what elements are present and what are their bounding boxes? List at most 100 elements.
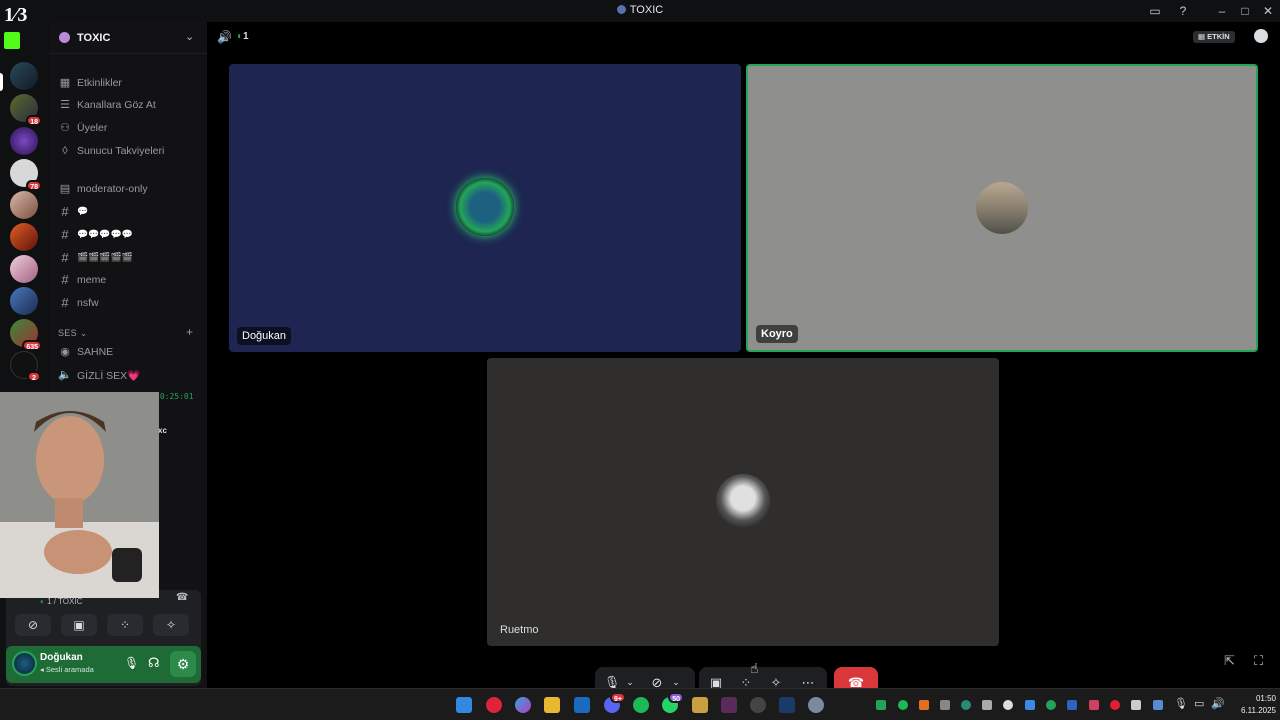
close-button[interactable]: ✕ bbox=[1260, 3, 1276, 19]
tray-icon[interactable] bbox=[898, 700, 908, 710]
channel-meme[interactable]: # meme bbox=[58, 270, 203, 290]
tray-icon[interactable] bbox=[876, 700, 886, 710]
whatsapp-icon[interactable]: 50 bbox=[662, 692, 684, 713]
screen-share-button[interactable]: ▣ bbox=[61, 614, 97, 636]
network-icon[interactable]: ▭ bbox=[1194, 697, 1204, 710]
notification-badge: 9+ bbox=[610, 692, 626, 703]
microphone-icon[interactable]: 🎙 bbox=[124, 656, 139, 670]
webcam-overlay bbox=[0, 392, 159, 598]
hash-icon: # bbox=[61, 250, 69, 265]
add-channel-icon[interactable]: + bbox=[186, 325, 193, 339]
server-icon[interactable] bbox=[10, 62, 38, 90]
chevron-down-icon[interactable]: ⌄ bbox=[185, 30, 194, 43]
opera-icon[interactable] bbox=[486, 697, 502, 713]
start-windows-icon[interactable] bbox=[456, 697, 472, 713]
inbox-icon[interactable]: ▭ bbox=[1147, 3, 1163, 19]
window-title-text: TOXIC bbox=[629, 4, 664, 16]
participant-tile[interactable]: Ruetmo bbox=[487, 358, 999, 646]
mouse-cursor-icon: ☝ bbox=[750, 660, 759, 676]
tray-icon[interactable] bbox=[1110, 700, 1120, 710]
server-header[interactable]: TOXIC ⌄ bbox=[50, 22, 207, 54]
help-icon[interactable]: ? bbox=[1175, 3, 1191, 19]
clock-time[interactable]: 01:50 bbox=[1240, 694, 1276, 703]
server-icon[interactable]: 635 bbox=[10, 319, 42, 351]
avatar bbox=[716, 474, 770, 528]
channel-item[interactable]: # 💬 bbox=[58, 202, 203, 222]
disconnect-icon[interactable]: ☎ bbox=[176, 592, 188, 603]
connection-icon: ◐ bbox=[40, 597, 45, 606]
app-icon[interactable] bbox=[721, 697, 737, 713]
nav-label: Kanallara Göz At bbox=[77, 99, 156, 111]
server-icon[interactable] bbox=[10, 127, 38, 155]
tray-icon[interactable] bbox=[982, 700, 992, 710]
settings-icon[interactable] bbox=[808, 697, 824, 713]
nav-label: Üyeler bbox=[77, 122, 108, 134]
nav-server-boosts[interactable]: ◊ Sunucu Takviyeleri bbox=[58, 141, 203, 161]
camera-off-button[interactable]: ⊘ bbox=[15, 614, 51, 636]
chevron-down-icon: ⌄ bbox=[79, 328, 88, 338]
channel-nsfw[interactable]: # nsfw bbox=[58, 293, 203, 313]
maximize-button[interactable]: □ bbox=[1237, 3, 1253, 19]
channel-item[interactable]: # 💬💬💬💬💬 bbox=[58, 225, 203, 245]
chat-icon[interactable] bbox=[1254, 29, 1268, 43]
participant-tile[interactable]: Koyro bbox=[746, 64, 1258, 352]
spotify-icon[interactable] bbox=[633, 697, 649, 713]
fullscreen-icon[interactable]: ⛶ bbox=[1254, 653, 1263, 669]
windows-taskbar: 9+ 50 🎙 ▭ 🔊 01:50 6.11.2025 bbox=[0, 688, 1280, 720]
tray-icon[interactable] bbox=[961, 700, 971, 710]
channel-item[interactable]: # 🎬🎬🎬🎬🎬 bbox=[58, 248, 203, 268]
server-icon[interactable] bbox=[10, 223, 38, 251]
app-icon[interactable] bbox=[750, 697, 766, 713]
activities-button[interactable]: ⁘ bbox=[107, 614, 143, 636]
headset-icon[interactable]: ☊ bbox=[148, 655, 160, 671]
avatar bbox=[976, 182, 1028, 234]
voice-status: ◐ 1 / TOXIC bbox=[40, 597, 82, 606]
app-icon[interactable] bbox=[692, 697, 708, 713]
tray-icon[interactable] bbox=[1067, 700, 1077, 710]
nav-events[interactable]: ▦ Etkinlikler bbox=[58, 73, 203, 93]
soundboard-button[interactable]: ✧ bbox=[153, 614, 189, 636]
channel-moderator-only[interactable]: ▤ moderator-only bbox=[58, 179, 203, 199]
server-icon[interactable]: 18 bbox=[10, 94, 42, 126]
avatar[interactable] bbox=[12, 651, 37, 676]
voice-speaker-icon[interactable]: 🔊 bbox=[217, 30, 232, 44]
voice-category-label: SES bbox=[58, 328, 77, 338]
server-icon[interactable] bbox=[10, 287, 38, 315]
participant-name: Koyro bbox=[756, 325, 798, 343]
copilot-icon[interactable] bbox=[515, 697, 531, 713]
microphone-tray-icon[interactable]: 🎙 bbox=[1174, 697, 1188, 710]
clock-date[interactable]: 6.11.2025 bbox=[1228, 706, 1276, 715]
server-icon[interactable]: 2 bbox=[10, 351, 41, 382]
discord-icon[interactable]: 9+ bbox=[604, 692, 626, 713]
server-icon[interactable] bbox=[10, 255, 38, 283]
selected-indicator bbox=[0, 73, 3, 91]
tray-icon[interactable] bbox=[1131, 700, 1141, 710]
tray-icon[interactable] bbox=[1046, 700, 1056, 710]
outlook-icon[interactable] bbox=[574, 697, 590, 713]
voice-category[interactable]: SES ⌄ bbox=[58, 328, 88, 339]
channel-stage[interactable]: ◉ SAHNE bbox=[58, 342, 203, 362]
popout-icon[interactable]: ⇱ bbox=[1224, 653, 1235, 669]
participant-tile[interactable]: Doğukan bbox=[229, 64, 741, 352]
steam-icon[interactable] bbox=[779, 697, 795, 713]
tray-icon[interactable] bbox=[1089, 700, 1099, 710]
nav-members[interactable]: ⚇ Üyeler bbox=[58, 118, 203, 138]
tray-icon[interactable] bbox=[940, 700, 950, 710]
user-status-text: Sesli aramada bbox=[45, 665, 94, 674]
channel-voice[interactable]: 🔈 GİZLİ SEX💗 bbox=[58, 365, 203, 385]
tray-icon[interactable] bbox=[1153, 700, 1163, 710]
call-view: 🔊 ◐1 ▦ ETKİN Doğukan Koyro Ruetmo 🎙 ⌄ ⊘ … bbox=[207, 22, 1280, 698]
server-icon[interactable]: 78 bbox=[10, 159, 42, 191]
file-explorer-icon[interactable] bbox=[544, 697, 560, 713]
activity-badge[interactable]: ▦ ETKİN bbox=[1193, 31, 1235, 43]
settings-gear-icon[interactable]: ⚙ bbox=[170, 651, 196, 677]
tray-icon[interactable] bbox=[919, 700, 929, 710]
minimize-button[interactable]: – bbox=[1214, 3, 1230, 19]
tray-icon[interactable] bbox=[1025, 700, 1035, 710]
tray-icon[interactable] bbox=[1003, 700, 1013, 710]
volume-icon[interactable]: 🔊 bbox=[1211, 697, 1225, 710]
server-icon[interactable] bbox=[10, 191, 38, 219]
participant-name: Doğukan bbox=[237, 327, 292, 345]
channel-label: 🎬🎬🎬🎬🎬 bbox=[77, 252, 134, 262]
nav-browse-channels[interactable]: ☰ Kanallara Göz At bbox=[58, 95, 203, 115]
